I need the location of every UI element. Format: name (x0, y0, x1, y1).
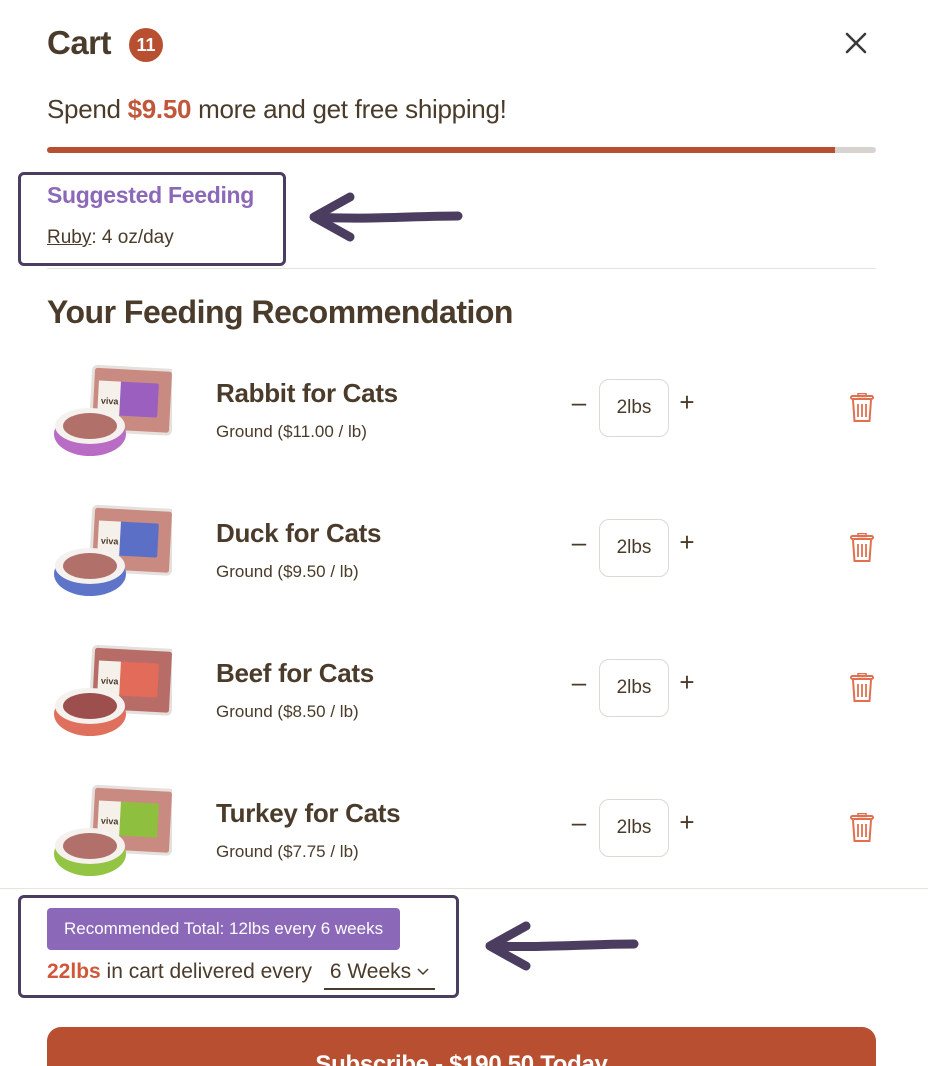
recommended-total-badge: Recommended Total: 12lbs every 6 weeks (47, 908, 401, 950)
cart-item-rabbit: viva Rabbit for Cats Ground ($11.00 / lb… (47, 362, 877, 472)
suggested-feeding-title: Suggested Feeding (47, 182, 255, 208)
quantity-value[interactable]: 2lbs (599, 659, 669, 717)
cart-weight: 22lbs (47, 960, 101, 983)
quantity-increase-button[interactable]: + (676, 807, 698, 837)
annotation-arrow-icon (309, 192, 463, 242)
product-image: viva (54, 504, 172, 596)
frequency-value: 6 Weeks (329, 960, 412, 983)
shipping-prefix: Spend (47, 94, 128, 124)
item-name: Turkey for Cats (216, 798, 401, 828)
cart-delivery-text: in cart delivered every (100, 960, 318, 983)
product-label-color (117, 521, 159, 558)
quantity-increase-button[interactable]: + (676, 667, 698, 697)
item-name: Rabbit for Cats (216, 378, 398, 408)
svg-text:viva: viva (101, 536, 120, 547)
recommendation-title: Your Feeding Recommendation (47, 294, 513, 330)
shipping-suffix: more and get free shipping! (191, 94, 507, 124)
cart-item-turkey: viva Turkey for Cats Ground ($7.75 / lb)… (47, 782, 877, 892)
product-label-color (117, 801, 159, 838)
product-label-color (117, 661, 159, 698)
quantity-value[interactable]: 2lbs (599, 379, 669, 437)
trash-icon[interactable] (849, 673, 875, 703)
close-icon (845, 32, 867, 54)
close-button[interactable] (843, 28, 869, 58)
item-name: Beef for Cats (216, 658, 374, 688)
quantity-increase-button[interactable]: + (676, 527, 698, 557)
item-name: Duck for Cats (216, 518, 382, 548)
quantity-decrease-button[interactable]: – (568, 807, 590, 837)
item-price: Ground ($8.50 / lb) (216, 702, 359, 721)
svg-text:viva: viva (101, 816, 120, 827)
shipping-progress-bar (47, 147, 876, 153)
chevron-down-icon (417, 968, 429, 976)
quantity-value[interactable]: 2lbs (599, 799, 669, 857)
cart-count-badge: 11 (129, 28, 163, 62)
item-price: Ground ($7.75 / lb) (216, 842, 359, 861)
product-image: viva (54, 784, 172, 876)
product-label-color (117, 381, 159, 418)
cart-item-beef: viva Beef for Cats Ground ($8.50 / lb) –… (47, 642, 877, 752)
quantity-value[interactable]: 2lbs (599, 519, 669, 577)
pet-name-link[interactable]: Ruby (47, 227, 91, 248)
cart-delivery-line: 22lbs in cart delivered every 6 Weeks (47, 960, 436, 990)
trash-icon[interactable] (849, 813, 875, 843)
footer-divider (0, 888, 928, 889)
quantity-increase-button[interactable]: + (676, 387, 698, 417)
section-divider (47, 268, 876, 269)
item-price: Ground ($9.50 / lb) (216, 562, 359, 581)
cart-item-duck: viva Duck for Cats Ground ($9.50 / lb) –… (47, 502, 877, 612)
suggested-feeding-line: Ruby: 4 oz/day (47, 227, 174, 249)
product-image: viva (54, 364, 172, 456)
frequency-select[interactable]: 6 Weeks (323, 960, 436, 990)
quantity-decrease-button[interactable]: – (568, 667, 590, 697)
item-price: Ground ($11.00 / lb) (216, 422, 367, 441)
suggested-amount: : 4 oz/day (91, 227, 174, 248)
trash-icon[interactable] (849, 393, 875, 423)
quantity-decrease-button[interactable]: – (568, 527, 590, 557)
quantity-decrease-button[interactable]: – (568, 387, 590, 417)
trash-icon[interactable] (849, 533, 875, 563)
cart-header: Cart 11 (47, 22, 877, 66)
subscribe-label: Subscribe - $190.50 Today (315, 1051, 608, 1066)
shipping-progress-fill (47, 147, 835, 153)
svg-text:viva: viva (101, 676, 120, 687)
subscribe-button[interactable]: Subscribe - $190.50 Today (47, 1027, 876, 1066)
free-shipping-message: Spend $9.50 more and get free shipping! (47, 94, 507, 125)
annotation-arrow-icon (485, 921, 639, 971)
svg-text:viva: viva (101, 396, 120, 407)
shipping-amount: $9.50 (127, 94, 192, 124)
cart-title: Cart (47, 24, 112, 61)
product-image: viva (54, 644, 172, 736)
